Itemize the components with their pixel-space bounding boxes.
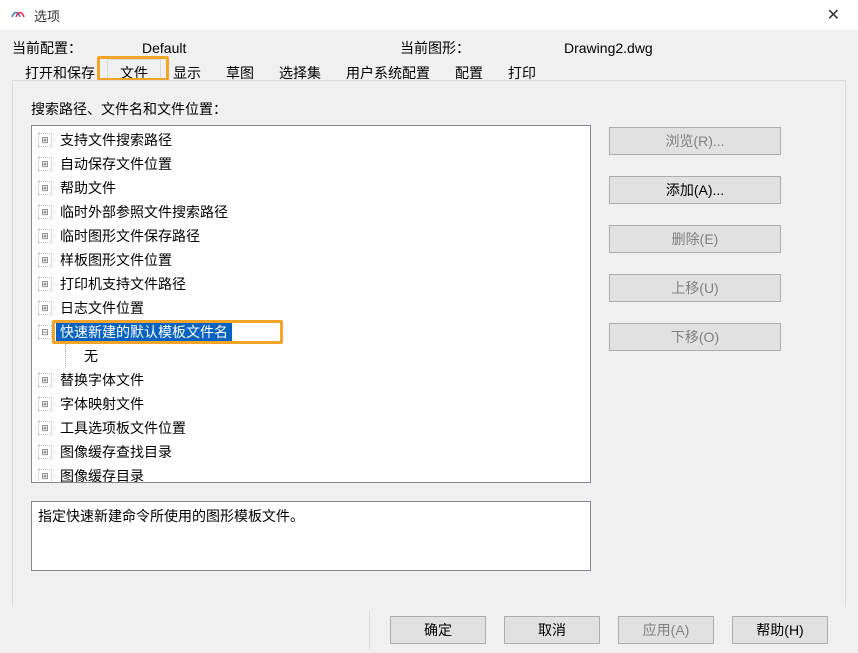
collapse-icon[interactable]: ⊟ [38,325,52,339]
titlebar: 选项 ✕ [0,0,858,30]
tree-item-label: 临时外部参照文件搜索路径 [56,200,232,224]
ok-button[interactable]: 确定 [390,616,486,644]
tree-item[interactable]: ⊞ 支持文件搜索路径 [32,128,590,152]
tree-item[interactable]: ⊞ 工具选项板文件位置 [32,416,590,440]
add-button[interactable]: 添加(A)... [609,176,781,204]
help-button[interactable]: 帮助(H) [732,616,828,644]
expand-icon[interactable]: ⊞ [38,157,52,171]
tree-item-label: 打印机支持文件路径 [56,272,190,296]
tree-item[interactable]: ⊞ 图像缓存查找目录 [32,440,590,464]
info-row: 当前配置： Default 当前图形： Drawing2.dwg [12,38,846,58]
tree-item[interactable]: ⊞ 帮助文件 [32,176,590,200]
expand-icon[interactable]: ⊞ [38,277,52,291]
expand-icon[interactable]: ⊞ [38,421,52,435]
tree-item[interactable]: ⊞ 替换字体文件 [32,368,590,392]
expand-icon[interactable]: ⊞ [38,397,52,411]
separator [369,611,370,649]
tree-item-label: 快速新建的默认模板文件名 [56,320,232,344]
movedown-button[interactable]: 下移(O) [609,323,781,351]
description-box: 指定快速新建命令所使用的图形模板文件。 [31,501,591,571]
tree-item[interactable]: ⊞ 样板图形文件位置 [32,248,590,272]
tree-item-label: 图像缓存查找目录 [56,440,176,464]
config-label: 当前配置： [12,38,142,58]
tree-item[interactable]: ⊞ 字体映射文件 [32,392,590,416]
expand-icon[interactable]: ⊞ [38,469,52,483]
content-area: 当前配置： Default 当前图形： Drawing2.dwg 打开和保存 文… [0,30,858,653]
tree-item-label: 日志文件位置 [56,296,148,320]
tree-item-label: 样板图形文件位置 [56,248,176,272]
tree-item-label: 工具选项板文件位置 [56,416,190,440]
tree-item-label: 帮助文件 [56,176,120,200]
tree-item-label: 替换字体文件 [56,368,148,392]
tree-item[interactable]: ⊞ 图像缓存目录 [32,464,590,483]
expand-icon[interactable]: ⊞ [38,133,52,147]
tree-item[interactable]: ⊞ 日志文件位置 [32,296,590,320]
drawing-label: 当前图形： [400,38,564,58]
tree-item[interactable]: ⊞ 临时外部参照文件搜索路径 [32,200,590,224]
tree-item[interactable]: ⊞ 临时图形文件保存路径 [32,224,590,248]
tab-panel: 搜索路径、文件名和文件位置： ⊞ 支持文件搜索路径 ⊞ 自动保存文件位置 ⊞ 帮… [12,80,846,624]
expand-icon[interactable]: ⊞ [38,445,52,459]
expand-icon[interactable]: ⊞ [38,301,52,315]
tree-item-label: 自动保存文件位置 [56,152,176,176]
tree-item-label: 临时图形文件保存路径 [56,224,204,248]
bottom-bar: 确定 取消 应用(A) 帮助(H) [0,607,858,653]
tree-item-label: 支持文件搜索路径 [56,128,176,152]
tree-item-selected[interactable]: ⊟ 快速新建的默认模板文件名 [32,320,590,344]
config-value: Default [142,40,400,56]
tree-subitem-label: 无 [80,344,102,368]
drawing-value: Drawing2.dwg [564,40,653,56]
close-button[interactable]: ✕ [819,3,848,27]
browse-button[interactable]: 浏览(R)... [609,127,781,155]
window-title: 选项 [34,6,819,25]
delete-button[interactable]: 删除(E) [609,225,781,253]
expand-icon[interactable]: ⊞ [38,253,52,267]
expand-icon[interactable]: ⊞ [38,229,52,243]
expand-icon[interactable]: ⊞ [38,373,52,387]
expand-icon[interactable]: ⊞ [38,181,52,195]
side-buttons: 浏览(R)... 添加(A)... 删除(E) 上移(U) 下移(O) [609,125,781,351]
path-tree[interactable]: ⊞ 支持文件搜索路径 ⊞ 自动保存文件位置 ⊞ 帮助文件 ⊞ 临时外部参照文件搜… [31,125,591,483]
cancel-button[interactable]: 取消 [504,616,600,644]
tree-item-label: 字体映射文件 [56,392,148,416]
section-label: 搜索路径、文件名和文件位置： [31,99,827,119]
app-icon [10,7,26,23]
tree-item[interactable]: ⊞ 打印机支持文件路径 [32,272,590,296]
tree-item[interactable]: ⊞ 自动保存文件位置 [32,152,590,176]
expand-icon[interactable]: ⊞ [38,205,52,219]
apply-button[interactable]: 应用(A) [618,616,714,644]
tree-subitem[interactable]: 无 [32,344,590,368]
moveup-button[interactable]: 上移(U) [609,274,781,302]
tree-item-label: 图像缓存目录 [56,464,148,483]
